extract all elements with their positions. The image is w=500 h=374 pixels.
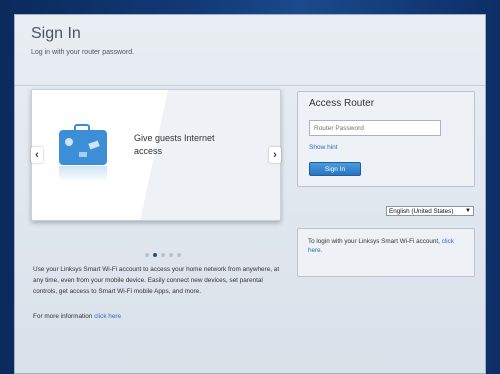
more-info-link[interactable]: click here [94,313,121,320]
suitcase-icon [59,124,107,165]
suitcase-reflection [59,166,107,182]
page-title: Sign In [31,25,81,42]
chevron-down-icon: ▼ [465,208,471,214]
sign-in-panel: Sign In Log in with your router password… [14,14,486,374]
description-text: Use your Linksys Smart Wi-Fi account to … [33,266,280,295]
router-password-input[interactable] [309,120,441,136]
access-router-card: Access Router Show hint Sign In [297,91,475,187]
sign-in-button[interactable]: Sign In [309,162,361,176]
carousel-dot[interactable] [177,253,181,257]
language-select[interactable]: English (United States) ▼ [386,206,474,216]
show-hint-link[interactable]: Show hint [309,144,338,151]
smart-wifi-note: To login with your Linksys Smart Wi-Fi a… [297,228,475,277]
access-router-title: Access Router [309,98,375,109]
more-info-prefix: For more information [33,313,95,320]
carousel-dot[interactable] [145,253,149,257]
language-selected: English (United States) [389,208,454,215]
carousel-dot[interactable] [161,253,165,257]
note-text: To login with your Linksys Smart Wi-Fi a… [308,238,442,245]
carousel-dot[interactable] [153,253,157,257]
carousel-dot[interactable] [169,253,173,257]
carousel-next-button[interactable]: › [269,147,281,163]
more-info: For more information click here [33,313,121,320]
header-divider [15,85,485,86]
page-subtitle: Log in with your router password. [31,49,135,56]
header: Sign In Log in with your router password… [15,15,485,85]
carousel-dots [145,244,185,257]
promo-carousel: Give guests Internet access [31,89,281,221]
carousel-prev-button[interactable]: ‹ [31,147,43,163]
slide-caption: Give guests Internet access [134,133,215,156]
